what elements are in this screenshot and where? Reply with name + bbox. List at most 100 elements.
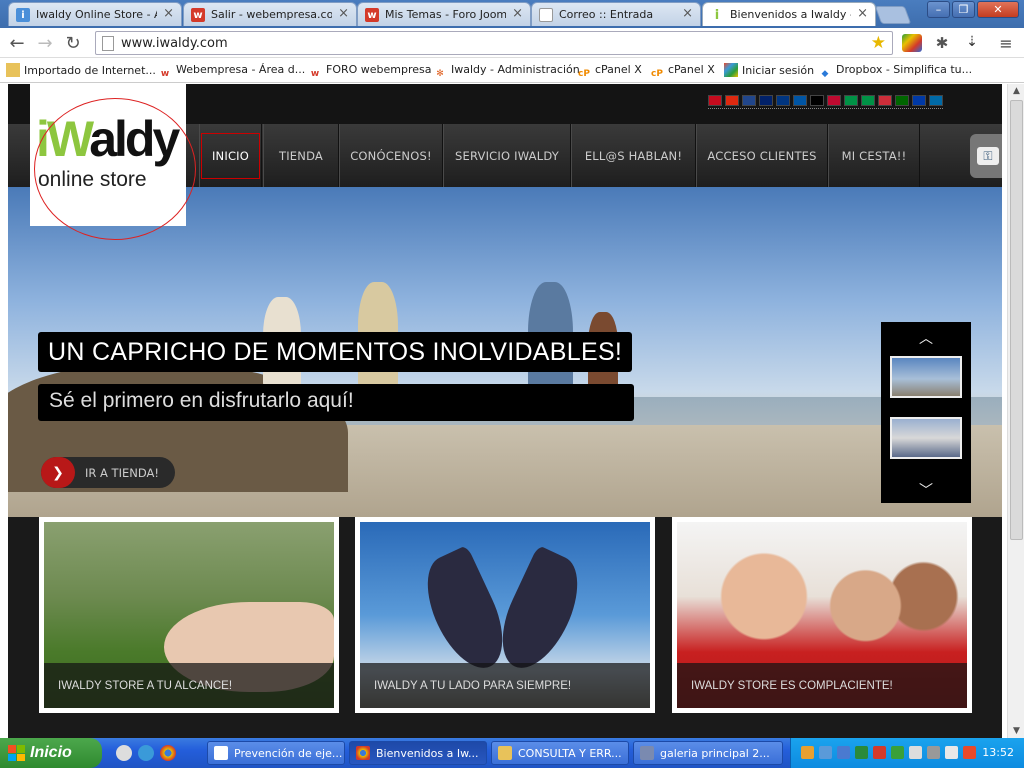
windows-taskbar: Inicio Prevención de eje... Bienvenidos …	[0, 738, 1024, 768]
nav-acceso-clientes[interactable]: ACCESO CLIENTES	[696, 124, 828, 187]
language-flag-icon[interactable]	[810, 95, 824, 106]
language-flag-icon[interactable]	[793, 95, 807, 106]
new-tab-button[interactable]	[874, 6, 912, 24]
bookmark-webempresa-area[interactable]: w Webempresa - Área d...	[158, 63, 305, 81]
bookmark-star-icon[interactable]: ★	[871, 33, 886, 53]
tab-iwaldy-admin[interactable]: i Iwaldy Online Store - Ad ×	[8, 2, 182, 26]
taskbar-item-galeria[interactable]: galeria principal 2...	[633, 741, 783, 765]
nav-ellas-hablan[interactable]: ELL@S HABLAN!	[571, 124, 696, 187]
webempresa-favicon: w	[365, 8, 379, 22]
scrollbar-thumb[interactable]	[1010, 100, 1023, 540]
close-icon[interactable]: ×	[338, 6, 349, 21]
tray-icon[interactable]	[891, 746, 904, 759]
nav-servicio-iwaldy[interactable]: SERVICIO IWALDY	[443, 124, 571, 187]
language-flag-icon[interactable]	[912, 95, 926, 106]
taskbar-item-consulta[interactable]: CONSULTA Y ERR...	[491, 741, 629, 765]
chevron-down-icon[interactable]: ﹀	[881, 480, 971, 500]
login-tab[interactable]: ⚿	[970, 134, 1002, 178]
close-icon[interactable]: ×	[682, 6, 693, 21]
start-button[interactable]: Inicio	[0, 738, 102, 768]
bookmark-dropbox[interactable]: ◆ Dropbox - Simplifica tu...	[818, 63, 973, 81]
bookmark-label: Iniciar sesión	[742, 64, 815, 77]
tab-correo[interactable]: Correo :: Entrada ×	[531, 2, 701, 26]
menu-wrench-icon[interactable]: ≡	[996, 34, 1016, 53]
bookmark-label: cPanel X	[668, 63, 715, 76]
bookmark-label: Importado de Internet...	[24, 64, 156, 77]
slide-thumbnail[interactable]	[890, 356, 962, 398]
forward-arrow-icon[interactable]: →	[34, 32, 56, 54]
tray-icon[interactable]	[855, 746, 868, 759]
feature-card[interactable]: IWALDY A TU LADO PARA SIEMPRE!	[355, 517, 655, 713]
chevron-up-icon[interactable]: ︿	[881, 328, 971, 348]
close-window-button[interactable]: ✕	[977, 1, 1019, 18]
language-flag-icon[interactable]	[742, 95, 756, 106]
tab-bienvenidos-active[interactable]: i Bienvenidos a Iwaldy - Iw ×	[702, 2, 876, 26]
slide-thumbnail[interactable]	[890, 417, 962, 459]
tab-label: Salir - webempresa.com	[211, 8, 332, 21]
download-extension-icon[interactable]: ⇣	[962, 34, 982, 52]
taskbar-item-prevencion[interactable]: Prevención de eje...	[207, 741, 345, 765]
address-bar[interactable]: www.iwaldy.com ★	[95, 31, 893, 55]
tray-icon[interactable]	[909, 746, 922, 759]
feature-card[interactable]: IWALDY STORE ES COMPLACIENTE!	[672, 517, 972, 713]
bookmark-label: Dropbox - Simplifica tu...	[836, 63, 973, 76]
close-icon[interactable]: ×	[163, 6, 174, 21]
nav-conocenos[interactable]: CONÓCENOS!	[339, 124, 443, 187]
language-flag-icon[interactable]	[827, 95, 841, 106]
url-text[interactable]: www.iwaldy.com	[121, 36, 228, 51]
chrome-quicklaunch-icon[interactable]	[160, 745, 176, 761]
language-flag-icon[interactable]	[844, 95, 858, 106]
browser-toolbar: ← → ↻ www.iwaldy.com ★ ✱ ⇣ ≡	[0, 28, 1024, 58]
close-icon[interactable]: ×	[512, 6, 523, 21]
back-arrow-icon[interactable]: ←	[6, 32, 28, 54]
quicklaunch-icon[interactable]	[116, 745, 132, 761]
language-flag-icon[interactable]	[929, 95, 943, 106]
windows-live-icon	[724, 63, 738, 77]
extension-icon[interactable]	[902, 34, 922, 52]
bookmark-importado[interactable]: Importado de Internet...	[6, 63, 156, 77]
minimize-button[interactable]: –	[927, 1, 950, 18]
hero-caption-title: UN CAPRICHO DE MOMENTOS INOLVIDABLES!	[38, 332, 633, 372]
tab-webempresa[interactable]: w Salir - webempresa.com ×	[183, 2, 357, 26]
ir-a-tienda-button[interactable]: ❯ IR A TIENDA!	[41, 457, 175, 488]
bookmark-iniciar-sesion[interactable]: Iniciar sesión	[724, 63, 814, 77]
bookmark-cpanel-2[interactable]: cP cPanel X	[650, 63, 715, 81]
maximize-button[interactable]: ❐	[952, 1, 975, 18]
language-flag-icon[interactable]	[878, 95, 892, 106]
language-flag-icon[interactable]	[861, 95, 875, 106]
close-icon[interactable]: ×	[857, 6, 868, 21]
tray-icon[interactable]	[927, 746, 940, 759]
nav-mi-cesta[interactable]: MI CESTA!!	[828, 124, 920, 187]
taskbar-item-label: Prevención de eje...	[234, 747, 343, 760]
scroll-up-arrow-icon[interactable]: ▲	[1008, 86, 1024, 96]
bookmark-foro-webempresa[interactable]: w FORO webempresa	[308, 63, 432, 81]
tray-icon[interactable]	[819, 746, 832, 759]
tray-icon[interactable]	[945, 746, 958, 759]
bookmark-label: Webempresa - Área d...	[176, 63, 306, 76]
language-flags	[708, 95, 943, 109]
language-flag-icon[interactable]	[708, 95, 722, 106]
iwaldy-favicon: i	[16, 8, 30, 22]
feature-card[interactable]: IWALDY STORE A TU ALCANCE!	[39, 517, 339, 713]
card-caption: IWALDY STORE ES COMPLACIENTE!	[677, 663, 967, 708]
folder-icon	[498, 746, 512, 760]
nav-inicio[interactable]: INICIO	[199, 124, 262, 187]
scroll-down-arrow-icon[interactable]: ▼	[1008, 726, 1024, 736]
quicklaunch-icon[interactable]	[138, 745, 154, 761]
puzzle-extension-icon[interactable]: ✱	[932, 34, 952, 52]
vertical-scrollbar[interactable]: ▲ ▼	[1007, 84, 1024, 738]
tray-icon[interactable]	[801, 746, 814, 759]
reload-icon[interactable]: ↻	[62, 32, 84, 54]
taskbar-item-bienvenidos[interactable]: Bienvenidos a Iw...	[349, 741, 487, 765]
tray-icon[interactable]	[837, 746, 850, 759]
nav-tienda[interactable]: TIENDA	[263, 124, 339, 187]
language-flag-icon[interactable]	[725, 95, 739, 106]
language-flag-icon[interactable]	[776, 95, 790, 106]
language-flag-icon[interactable]	[895, 95, 909, 106]
bookmark-iwaldy-admin[interactable]: ✻ Iwaldy - Administración	[433, 63, 580, 81]
tray-icon[interactable]	[963, 746, 976, 759]
tray-icon[interactable]	[873, 746, 886, 759]
bookmark-cpanel-1[interactable]: cP cPanel X	[577, 63, 642, 81]
language-flag-icon[interactable]	[759, 95, 773, 106]
tab-foro-joomla[interactable]: w Mis Temas - Foro Joomla ×	[357, 2, 531, 26]
